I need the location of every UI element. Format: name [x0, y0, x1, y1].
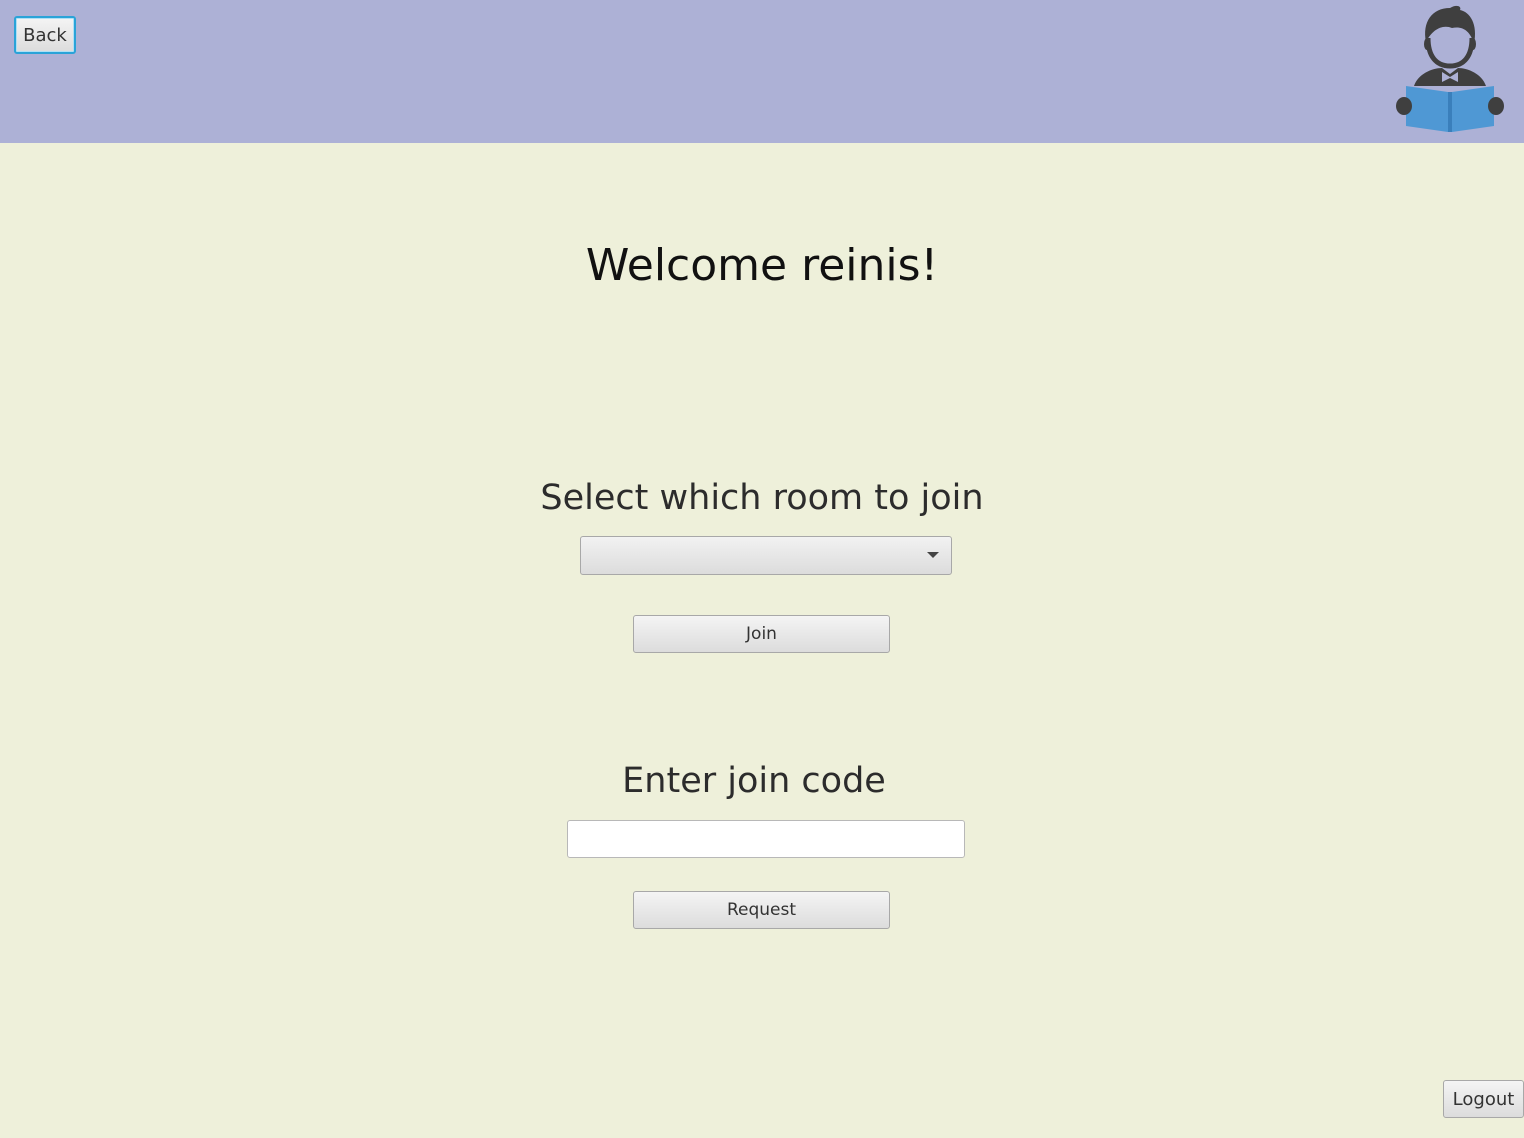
join-button[interactable]: Join: [633, 615, 890, 653]
join-code-input[interactable]: [567, 820, 965, 858]
room-select-dropdown[interactable]: [580, 536, 952, 575]
logout-button[interactable]: Logout: [1443, 1080, 1524, 1118]
room-select-label: Select which room to join: [540, 478, 984, 518]
join-code-label: Enter join code: [622, 761, 886, 801]
app-header: Back: [0, 0, 1524, 143]
chevron-down-icon: [927, 552, 939, 558]
reading-person-icon: [1396, 5, 1504, 132]
back-button[interactable]: Back: [14, 16, 76, 54]
welcome-heading: Welcome reinis!: [585, 240, 939, 291]
request-button[interactable]: Request: [633, 891, 890, 929]
